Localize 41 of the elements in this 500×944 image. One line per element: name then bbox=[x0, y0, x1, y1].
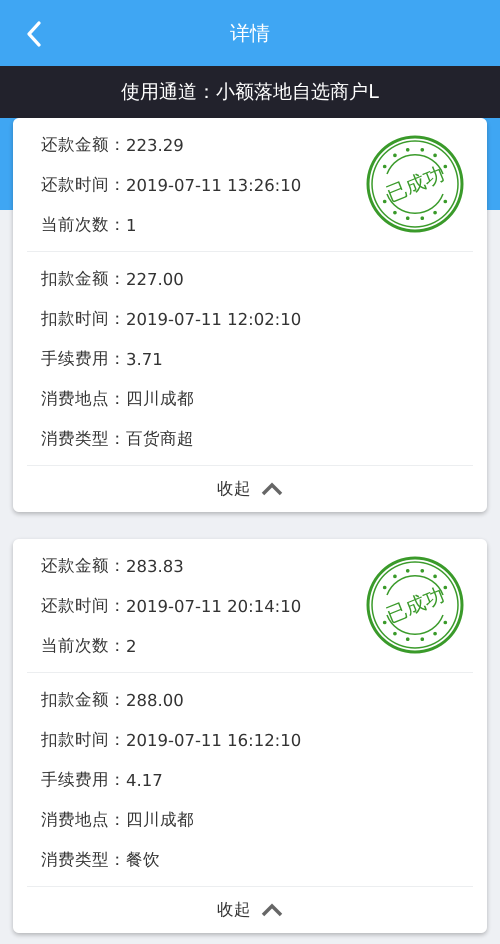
field-value: 1 bbox=[126, 216, 136, 234]
field-label: 当前次数： bbox=[41, 214, 126, 236]
field-label: 消费类型： bbox=[41, 849, 126, 871]
field-value: 223.29 bbox=[126, 136, 184, 154]
field-value: 2 bbox=[126, 636, 136, 656]
field-label: 扣款金额： bbox=[41, 268, 126, 290]
field-label: 扣款时间： bbox=[41, 308, 126, 330]
field-label: 扣款金额： bbox=[41, 689, 126, 711]
field-value: 283.83 bbox=[126, 556, 184, 576]
field-label: 还款时间： bbox=[41, 174, 126, 196]
field-value: 2019-07-11 13:26:10 bbox=[126, 176, 302, 194]
field-value: 四川成都 bbox=[126, 388, 194, 410]
field-label: 消费地点： bbox=[41, 809, 126, 831]
field-value: 2019-07-11 16:12:10 bbox=[126, 730, 302, 750]
field-value: 百货商超 bbox=[126, 428, 194, 450]
stamp-text: 已成功 bbox=[382, 582, 448, 628]
field-value: 288.00 bbox=[126, 690, 184, 710]
field-value: 餐饮 bbox=[126, 849, 160, 871]
page-title: 详情 bbox=[230, 20, 270, 46]
field-value: 4.17 bbox=[126, 770, 163, 790]
field-label: 还款金额： bbox=[41, 134, 126, 156]
channel-text: 使用通道：小额落地自选商户L bbox=[121, 80, 379, 105]
chevron-icon bbox=[261, 482, 283, 496]
field-value: 2019-07-11 20:14:10 bbox=[126, 596, 302, 616]
field-label: 手续费用： bbox=[41, 348, 126, 370]
collapse-button[interactable]: 收起 bbox=[209, 474, 291, 504]
collapse-button[interactable]: 收起 bbox=[209, 895, 291, 925]
field-label: 消费地点： bbox=[41, 388, 126, 410]
field-value: 227.00 bbox=[126, 270, 184, 288]
field-value: 3.71 bbox=[126, 350, 163, 368]
field-label: 消费类型： bbox=[41, 428, 126, 450]
field-label: 手续费用： bbox=[41, 769, 126, 791]
stamp-text: 已成功 bbox=[382, 162, 448, 206]
field-label: 扣款时间： bbox=[41, 729, 126, 751]
field-value: 2019-07-11 12:02:10 bbox=[126, 310, 302, 328]
field-label: 还款金额： bbox=[41, 555, 126, 577]
field-label: 还款时间： bbox=[41, 595, 126, 617]
back-icon[interactable] bbox=[26, 21, 42, 47]
field-value: 四川成都 bbox=[126, 809, 194, 831]
chevron-icon bbox=[261, 903, 283, 917]
field-label: 当前次数： bbox=[41, 635, 126, 657]
